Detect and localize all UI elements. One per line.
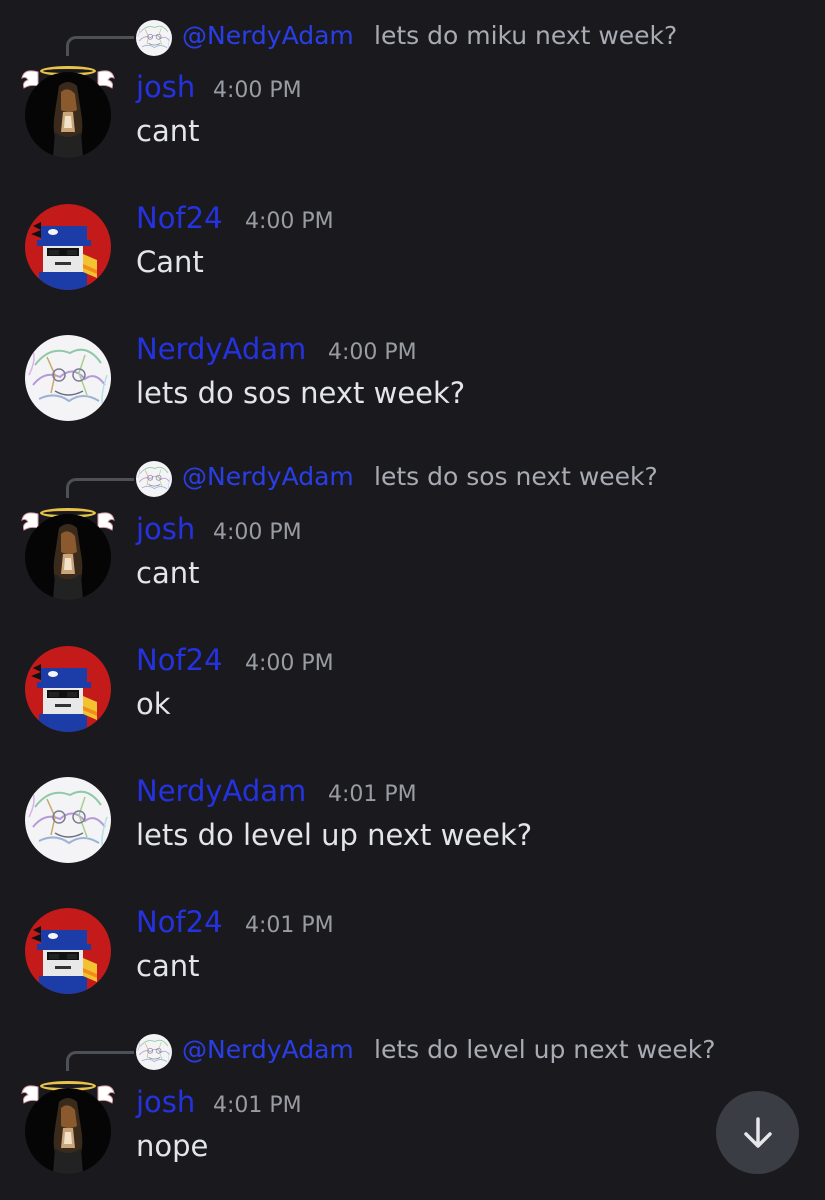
- mail-carrier-avatar-icon[interactable]: [25, 646, 111, 732]
- sketch-avatar-icon: [136, 1034, 172, 1070]
- sketch-avatar-icon[interactable]: [25, 335, 111, 421]
- author-name[interactable]: josh: [136, 70, 195, 104]
- message-text: Cant: [136, 245, 204, 279]
- reply-mention[interactable]: @NerdyAdam: [182, 462, 354, 491]
- author-name[interactable]: NerdyAdam: [136, 774, 306, 808]
- timestamp: 4:00 PM: [245, 651, 334, 676]
- reply-preview-text[interactable]: lets do level up next week?: [374, 1035, 716, 1064]
- angel-avatar-icon[interactable]: [25, 514, 111, 600]
- reply-connector: [66, 36, 134, 56]
- sketch-avatar-icon: [136, 20, 172, 56]
- reply-connector: [66, 478, 134, 498]
- mail-carrier-avatar-icon[interactable]: [25, 204, 111, 290]
- author-name[interactable]: Nof24: [136, 643, 223, 677]
- author-name[interactable]: josh: [136, 512, 195, 546]
- reply-preview-text[interactable]: lets do miku next week?: [374, 21, 677, 50]
- message-list[interactable]: @NerdyAdam lets do miku next week? josh …: [0, 0, 825, 1200]
- sketch-avatar-icon: [136, 461, 172, 497]
- sketch-avatar-icon[interactable]: [25, 777, 111, 863]
- timestamp: 4:00 PM: [213, 520, 302, 545]
- message-text: lets do level up next week?: [136, 818, 533, 852]
- arrow-down-icon: [743, 1116, 772, 1148]
- author-name[interactable]: Nof24: [136, 201, 223, 235]
- reply-connector: [66, 1051, 134, 1071]
- timestamp: 4:00 PM: [245, 209, 334, 234]
- message-text: cant: [136, 556, 200, 590]
- message-text: cant: [136, 949, 200, 983]
- author-name[interactable]: NerdyAdam: [136, 332, 306, 366]
- angel-avatar-icon[interactable]: [25, 72, 111, 158]
- timestamp: 4:00 PM: [328, 340, 417, 365]
- angel-avatar-icon[interactable]: [25, 1088, 111, 1174]
- message-text: ok: [136, 687, 171, 721]
- message-text: nope: [136, 1129, 209, 1163]
- author-name[interactable]: Nof24: [136, 905, 223, 939]
- timestamp: 4:01 PM: [328, 782, 417, 807]
- message-text: lets do sos next week?: [136, 376, 466, 410]
- reply-mention[interactable]: @NerdyAdam: [182, 1035, 354, 1064]
- mail-carrier-avatar-icon[interactable]: [25, 908, 111, 994]
- jump-to-latest-button[interactable]: [716, 1091, 799, 1174]
- message-text: cant: [136, 114, 200, 148]
- author-name[interactable]: josh: [136, 1085, 195, 1119]
- reply-mention[interactable]: @NerdyAdam: [182, 21, 354, 50]
- reply-preview-text[interactable]: lets do sos next week?: [374, 462, 658, 491]
- timestamp: 4:01 PM: [213, 1093, 302, 1118]
- timestamp: 4:01 PM: [245, 913, 334, 938]
- timestamp: 4:00 PM: [213, 78, 302, 103]
